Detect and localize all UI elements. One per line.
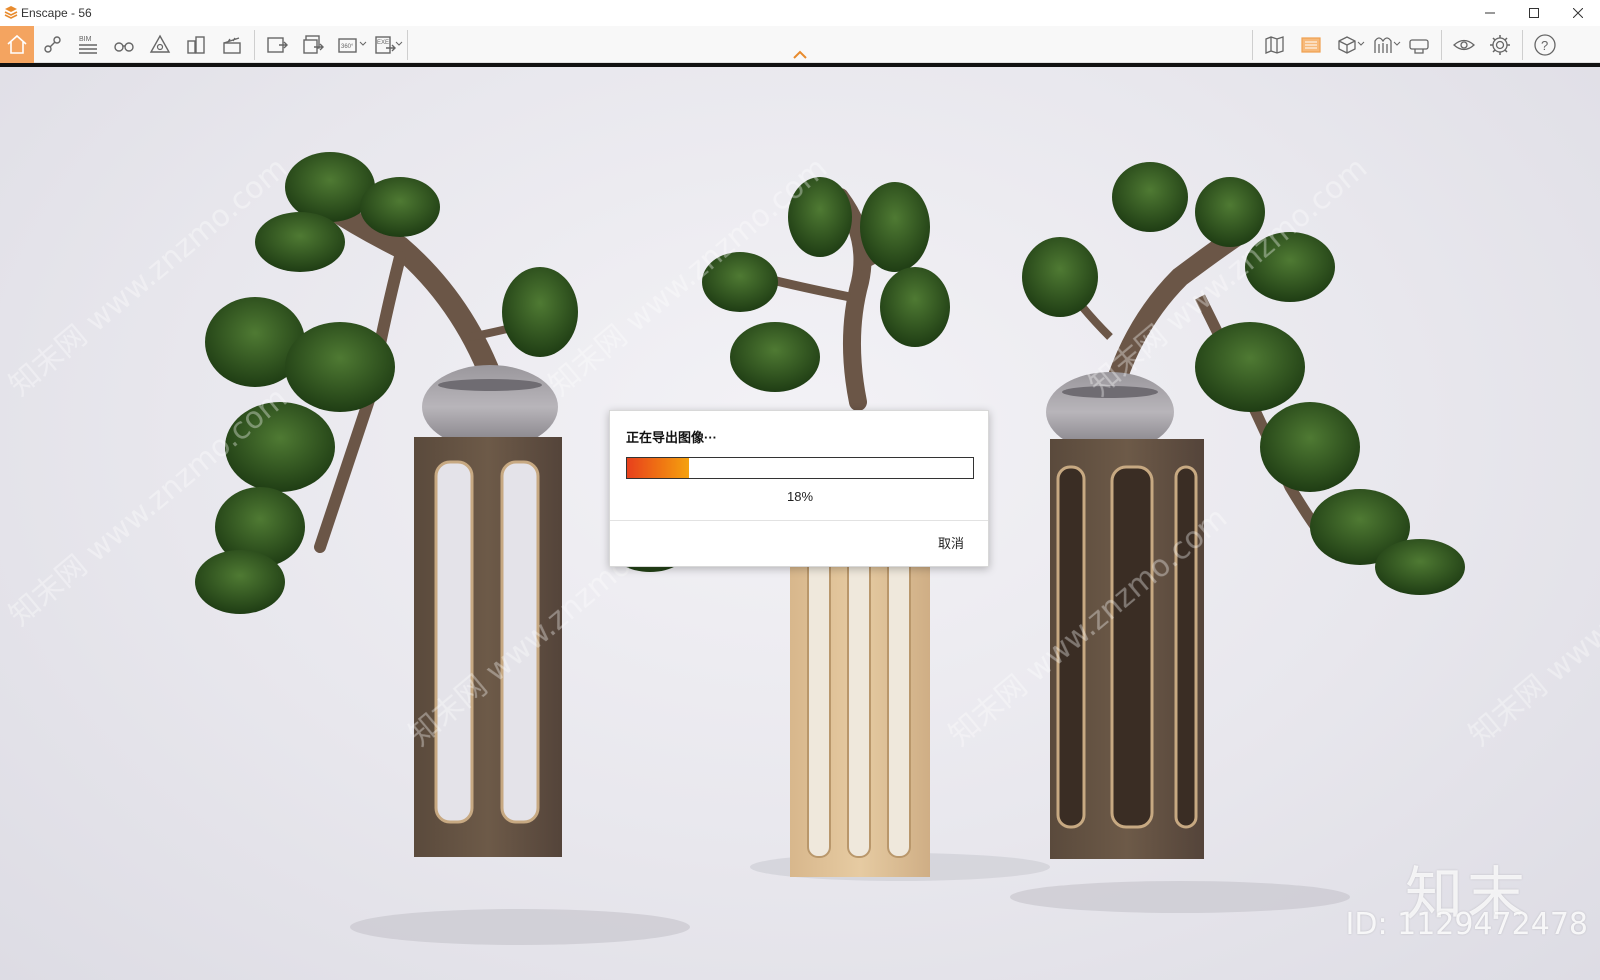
clapperboard-icon <box>223 36 241 54</box>
panorama-label: 360° <box>341 44 354 50</box>
home-button[interactable] <box>0 26 34 63</box>
export-progress-bar <box>626 457 974 479</box>
dialog-title: 正在导出图像··· <box>626 430 717 445</box>
batch-render-button[interactable] <box>295 26 331 63</box>
eye-icon <box>1453 39 1475 50</box>
settings-button[interactable] <box>1482 26 1518 63</box>
binoculars-icon <box>114 41 134 52</box>
help-icon: ? <box>1534 33 1556 56</box>
exe-export-icon: EXE <box>375 35 396 54</box>
map-button[interactable] <box>1257 26 1293 63</box>
video-editor-button[interactable] <box>214 26 250 63</box>
minimize-button[interactable] <box>1468 0 1512 26</box>
bim-button[interactable]: BIM <box>70 26 106 63</box>
site-context-button[interactable] <box>178 26 214 63</box>
camera-path-icon <box>44 35 61 53</box>
chevron-down-icon <box>1393 41 1401 46</box>
image-export-icon <box>267 36 288 53</box>
toolbar-separator <box>254 29 255 60</box>
panorama-icon: 360° <box>338 37 357 53</box>
watermark-id: ID: 1129472478 <box>1345 907 1588 942</box>
toolbar-separator <box>407 29 408 60</box>
cancel-button[interactable]: 取消 <box>938 533 964 552</box>
maximize-button[interactable] <box>1512 0 1556 26</box>
home-icon <box>7 34 27 54</box>
close-button[interactable] <box>1556 0 1600 26</box>
toolbar-separator <box>1252 29 1253 60</box>
map-icon <box>1265 35 1284 54</box>
view-mode-button[interactable] <box>1329 26 1365 63</box>
vr-headset-icon <box>1409 38 1429 54</box>
binoculars-button[interactable] <box>106 26 142 63</box>
asset-library-icon <box>149 34 171 53</box>
gear-icon <box>1490 34 1510 55</box>
panorama-button[interactable]: 360° <box>331 26 367 63</box>
bim-label: BIM <box>79 36 92 43</box>
maximize-icon <box>1529 8 1539 18</box>
export-progress-dialog: 正在导出图像··· 18% 取消 <box>609 410 989 567</box>
svg-text:知末网 www.znzmo.com: 知末网 www.znzmo.com <box>1463 501 1600 753</box>
exe-label: EXE <box>377 40 389 46</box>
vr-button[interactable] <box>1401 26 1437 63</box>
atmosphere-icon <box>1374 36 1392 53</box>
batch-export-icon <box>303 34 324 54</box>
chevron-down-icon <box>359 41 367 46</box>
title-bar: Enscape - 56 <box>0 0 1600 26</box>
visual-settings-button[interactable] <box>1446 26 1482 63</box>
chevron-down-icon <box>1357 41 1365 46</box>
chevron-down-icon <box>395 41 403 46</box>
progress-fill <box>627 458 690 478</box>
toolbar-separator <box>1522 29 1523 60</box>
help-button[interactable]: ? <box>1527 26 1563 63</box>
close-icon <box>1573 8 1583 18</box>
cube-icon <box>1338 35 1356 54</box>
bim-icon: BIM <box>79 36 97 54</box>
window-title: Enscape - 56 <box>21 6 92 20</box>
minimize-icon <box>1485 12 1495 14</box>
toolbar-separator <box>1441 29 1442 60</box>
views-button[interactable] <box>34 26 70 63</box>
material-editor-button[interactable] <box>1293 26 1329 63</box>
atmosphere-button[interactable] <box>1365 26 1401 63</box>
export-exe-button[interactable]: EXE <box>367 26 403 63</box>
enscape-logo-icon <box>4 6 18 19</box>
svg-text:?: ? <box>1541 38 1548 53</box>
buildings-icon <box>187 35 205 54</box>
screenshot-button[interactable] <box>259 26 295 63</box>
asset-library-button[interactable] <box>142 26 178 63</box>
progress-percentage: 18% <box>786 489 814 504</box>
dialog-divider <box>610 520 988 521</box>
collapse-toolbar-chevron-icon[interactable] <box>792 50 808 60</box>
material-icon <box>1301 36 1321 53</box>
